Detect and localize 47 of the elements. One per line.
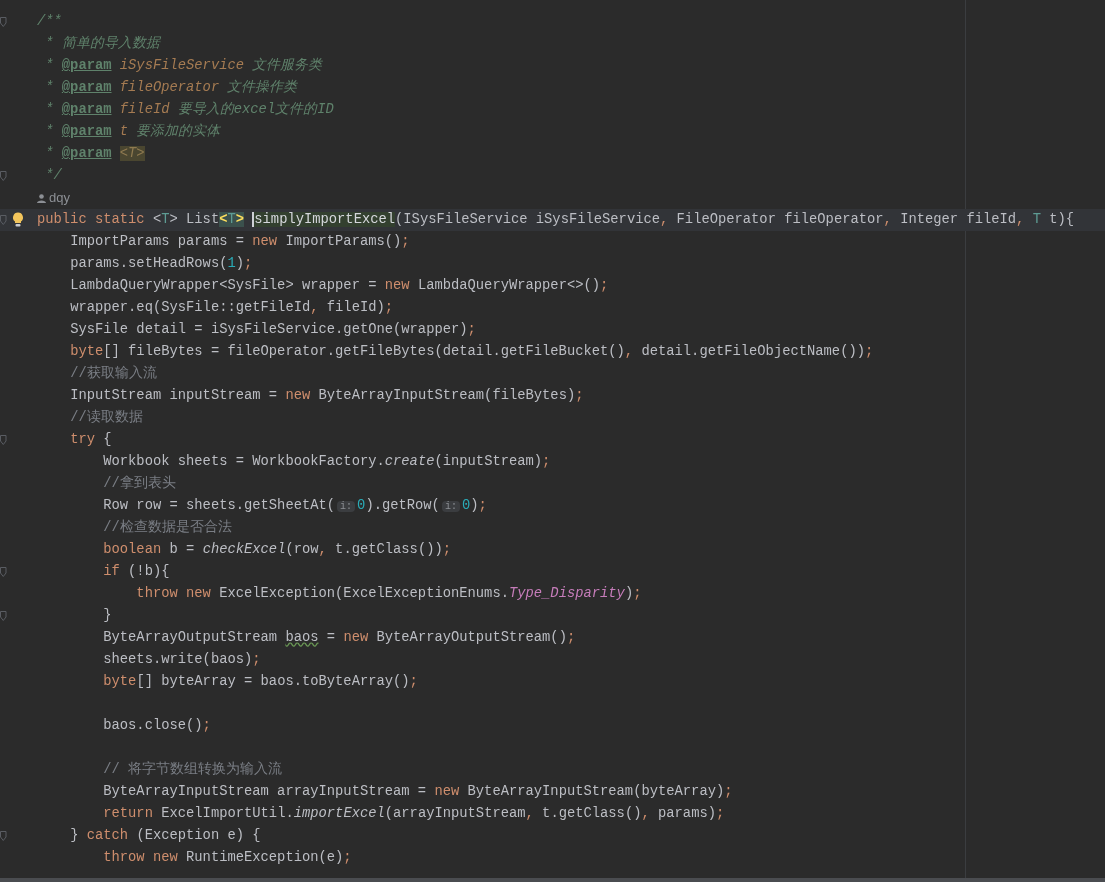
doc-comment-line: * @param fileOperator 文件操作类 (45, 79, 298, 97)
code-line: Workbook sheets = WorkbookFactory.create(inputStream); (103, 453, 551, 471)
code-comment: //拿到表头 (103, 475, 176, 493)
code-line: byte[] fileBytes = fileOperator.getFileBytes(detail.getFileBucket(), detail.getFileObjectName()); (70, 343, 874, 361)
doc-comment-line: * @param iSysFileService 文件服务类 (45, 57, 323, 75)
code-line: try { (70, 431, 112, 449)
code-line: params.setHeadRows(1); (70, 255, 253, 273)
doc-comment-line: * @param <T> (45, 145, 145, 163)
code-comment: //检查数据是否合法 (103, 519, 232, 537)
horizontal-scrollbar[interactable] (0, 878, 1105, 882)
code-line: Row row = sheets.getSheetAt( i: 0).getRow( i: 0); (103, 496, 487, 515)
doc-comment-line: * @param t 要添加的实体 (45, 123, 221, 141)
code-line: } catch (Exception e) { (70, 827, 261, 845)
fold-icon[interactable] (0, 215, 7, 225)
code-line: LambdaQueryWrapper<SysFile> wrapper = new LambdaQueryWrapper<>(); (70, 277, 609, 295)
light-bulb-icon[interactable] (12, 212, 24, 227)
fold-icon[interactable] (0, 17, 7, 27)
fold-icon[interactable] (0, 171, 7, 181)
code-line: } (103, 607, 112, 625)
code-line: return ExcelImportUtil.importExcel(arrayInputStream, t.getClass(), params); (103, 805, 725, 823)
code-line: byte[] byteArray = baos.toByteArray(); (103, 673, 418, 691)
code-line: if (!b){ (103, 563, 170, 581)
code-line: boolean b = checkExcel(row, t.getClass()); (103, 541, 452, 559)
code-line: sheets.write(baos); (103, 651, 261, 669)
code-line: throw new RuntimeException(e); (103, 849, 352, 867)
doc-comment-line: */ (45, 167, 62, 185)
code-line: throw new ExcelException(ExcelExceptionEnums.Type_Disparity); (136, 585, 642, 603)
doc-comment-line: * @param fileId 要导入的excel文件的ID (45, 101, 334, 119)
person-icon (37, 193, 46, 203)
code-line: wrapper.eq(SysFile::getFileId, fileId); (70, 299, 394, 317)
fold-icon[interactable] (0, 611, 7, 621)
code-comment: //读取数据 (70, 409, 143, 427)
code-line: SysFile detail = iSysFileService.getOne(wrapper); (70, 321, 476, 339)
author-name[interactable]: dqy (49, 188, 70, 208)
code-line: public static <T> List<T> simplyImportExcel(ISysFileService iSysFileService, FileOperator fileOperator, Integer fileId, T t){ (37, 211, 1075, 229)
code-line: baos.close(); (103, 717, 211, 735)
code-comment: // 将字节数组转换为输入流 (103, 761, 283, 779)
doc-comment-line: * 简单的导入数据 (45, 35, 160, 53)
code-line: ImportParams params = new ImportParams(); (70, 233, 410, 251)
fold-icon[interactable] (0, 831, 7, 841)
code-line: InputStream inputStream = new ByteArrayInputStream(fileBytes); (70, 387, 584, 405)
fold-icon[interactable] (0, 567, 7, 577)
code-comment: //获取输入流 (70, 365, 157, 383)
code-line: ByteArrayOutputStream baos = new ByteArrayOutputStream(); (103, 629, 576, 647)
code-line: ByteArrayInputStream arrayInputStream = new ByteArrayInputStream(byteArray); (103, 783, 733, 801)
doc-comment-line: /** (37, 13, 62, 31)
fold-icon[interactable] (0, 435, 7, 445)
